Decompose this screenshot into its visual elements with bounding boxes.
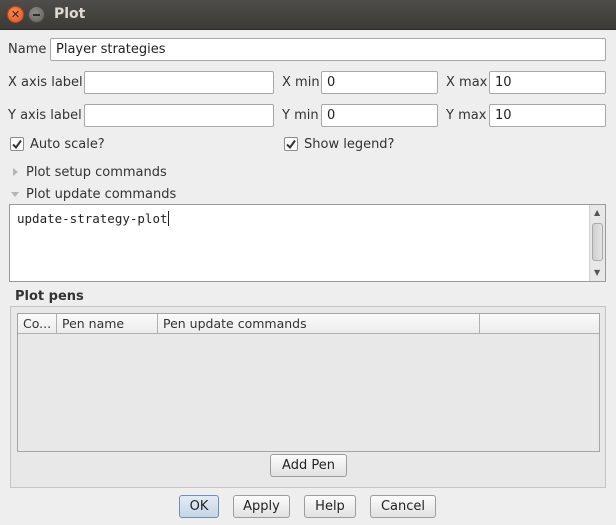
pens-table[interactable]: Co... Pen name Pen update commands — [17, 313, 600, 452]
check-icon — [12, 139, 22, 150]
x-axis-label-input[interactable] — [84, 71, 274, 94]
add-pen-button[interactable]: Add Pen — [270, 454, 347, 477]
help-button[interactable]: Help — [304, 495, 356, 518]
auto-scale-label[interactable]: Auto scale? — [30, 137, 105, 152]
editor-content: update-strategy-plot — [17, 211, 169, 226]
cancel-button[interactable]: Cancel — [370, 495, 436, 518]
auto-scale-checkbox[interactable] — [10, 137, 24, 151]
close-icon[interactable]: ✕ — [7, 6, 24, 23]
apply-button[interactable]: Apply — [233, 495, 290, 518]
pens-table-header: Co... Pen name Pen update commands — [18, 314, 599, 334]
editor-vertical-scrollbar[interactable]: ▲ ▼ — [589, 205, 605, 281]
y-max-label: Y max — [446, 108, 487, 123]
update-commands-editor[interactable]: update-strategy-plot ▲ ▼ — [9, 204, 606, 282]
x-max-input[interactable] — [489, 71, 606, 94]
plot-pens-panel: Co... Pen name Pen update commands Add P… — [10, 306, 606, 488]
window-title: Plot — [54, 6, 86, 22]
editor-code: update-strategy-plot — [17, 211, 168, 226]
plot-pens-title: Plot pens — [15, 289, 84, 304]
x-max-label: X max — [446, 75, 488, 90]
y-axis-label-input[interactable] — [84, 104, 274, 127]
y-min-label: Y min — [282, 108, 319, 123]
check-icon — [286, 139, 296, 150]
column-header-color[interactable]: Co... — [18, 314, 57, 333]
x-min-label: X min — [282, 75, 320, 90]
minimize-icon[interactable] — [28, 6, 45, 23]
show-legend-label[interactable]: Show legend? — [304, 137, 394, 152]
expand-triangle-icon[interactable] — [13, 168, 18, 176]
column-header-pen-update-commands[interactable]: Pen update commands — [158, 314, 480, 333]
window-titlebar: ✕ Plot — [0, 0, 616, 30]
text-caret — [167, 211, 169, 226]
x-min-input[interactable] — [321, 71, 438, 94]
show-legend-checkbox[interactable] — [284, 137, 298, 151]
ok-button[interactable]: OK — [179, 495, 219, 518]
y-max-input[interactable] — [489, 104, 606, 127]
scroll-down-icon[interactable]: ▼ — [594, 269, 600, 277]
y-min-input[interactable] — [321, 104, 438, 127]
name-input[interactable] — [50, 38, 606, 61]
plot-setup-commands-toggle[interactable]: Plot setup commands — [26, 165, 167, 180]
name-label: Name — [8, 42, 47, 57]
x-axis-label-label: X axis label — [8, 75, 83, 90]
y-axis-label-label: Y axis label — [8, 108, 82, 123]
scroll-thumb[interactable] — [592, 223, 603, 261]
scroll-up-icon[interactable]: ▲ — [594, 209, 600, 217]
plot-update-commands-toggle[interactable]: Plot update commands — [26, 187, 176, 202]
column-header-actions — [480, 314, 599, 333]
column-header-pen-name[interactable]: Pen name — [57, 314, 158, 333]
collapse-triangle-icon[interactable] — [11, 192, 19, 197]
